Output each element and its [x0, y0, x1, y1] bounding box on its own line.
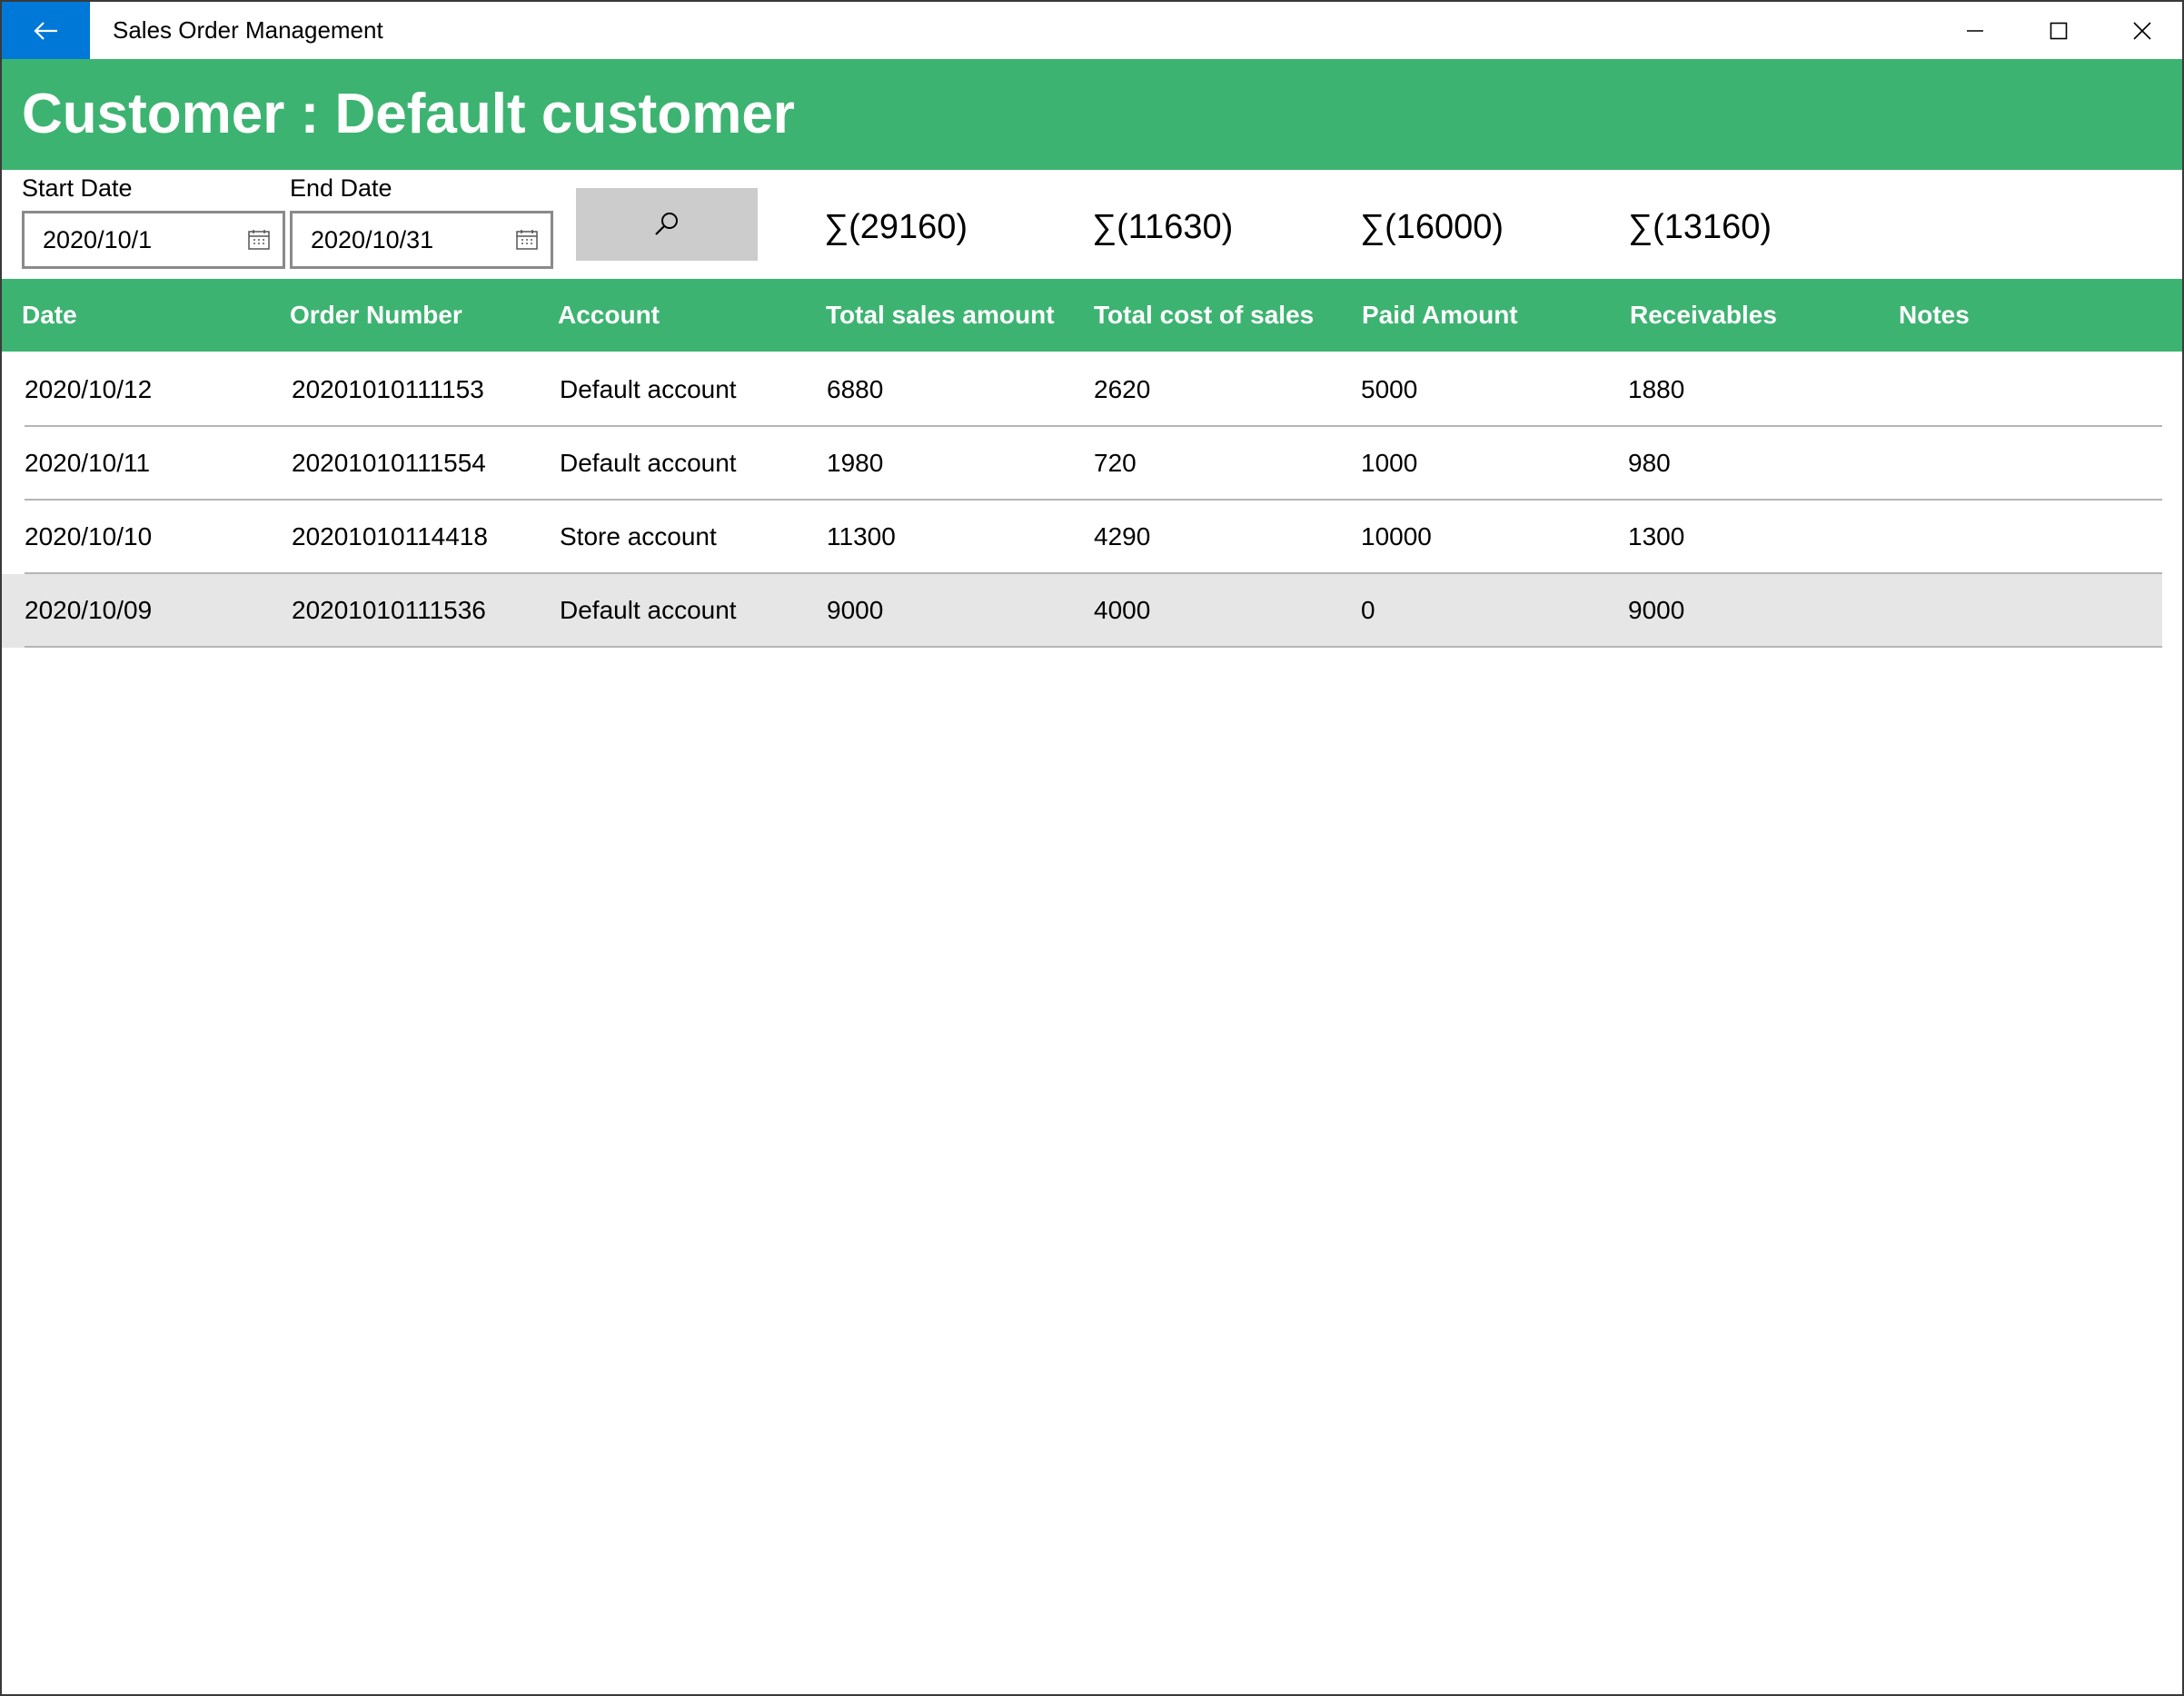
- table-row-selected[interactable]: 2020/10/09 20201010111536 Default accoun…: [2, 574, 2162, 648]
- sum-total-sales: ∑(29160): [824, 208, 968, 246]
- cell-total-sales: 9000: [827, 596, 884, 624]
- cell-receivables: 980: [1628, 449, 1671, 477]
- cell-paid-amount: 5000: [1361, 375, 1418, 403]
- column-header-notes[interactable]: Notes: [1899, 279, 1970, 352]
- cell-paid-amount: 0: [1361, 596, 1375, 624]
- cell-account: Default account: [560, 375, 737, 403]
- cell-paid-amount: 1000: [1361, 449, 1418, 477]
- cell-total-sales: 6880: [827, 375, 884, 403]
- cell-date: 2020/10/11: [25, 449, 151, 477]
- column-header-date[interactable]: Date: [22, 279, 77, 352]
- cell-total-cost: 4290: [1094, 522, 1151, 550]
- cell-total-cost: 720: [1094, 449, 1137, 477]
- end-date-label: End Date: [290, 174, 392, 202]
- cell-order-number: 20201010111554: [292, 449, 486, 477]
- cell-order-number: 20201010111536: [292, 596, 486, 624]
- maximize-button[interactable]: [2017, 2, 2100, 59]
- start-date-picker[interactable]: 2020/10/1: [22, 211, 285, 269]
- back-button[interactable]: [2, 2, 90, 59]
- cell-receivables: 1300: [1628, 522, 1685, 550]
- start-date-value: 2020/10/1: [43, 226, 153, 253]
- customer-banner: Customer : Default customer: [2, 59, 2182, 170]
- column-header-total-sales[interactable]: Total sales amount: [826, 279, 1055, 352]
- cell-order-number: 20201010114418: [292, 522, 488, 550]
- cell-date: 2020/10/10: [25, 522, 153, 550]
- cell-receivables: 1880: [1628, 375, 1685, 403]
- sum-total-cost: ∑(11630): [1092, 208, 1234, 246]
- column-header-paid-amount[interactable]: Paid Amount: [1362, 279, 1518, 352]
- column-header-total-cost[interactable]: Total cost of sales: [1094, 279, 1314, 352]
- page-title: Customer : Default customer: [22, 83, 795, 145]
- start-date-label: Start Date: [22, 174, 133, 202]
- calendar-icon: [516, 230, 538, 250]
- cell-paid-amount: 10000: [1361, 522, 1432, 550]
- table-row[interactable]: 2020/10/10 20201010114418 Store account …: [2, 501, 2162, 574]
- title-bar: Sales Order Management: [2, 2, 2182, 59]
- cell-account: Default account: [560, 596, 737, 624]
- cell-total-sales: 11300: [827, 522, 896, 550]
- app-window: Sales Order Management Customer : Defaul…: [0, 0, 2184, 1696]
- search-button[interactable]: [576, 188, 758, 261]
- table-row[interactable]: 2020/10/11 20201010111554 Default accoun…: [2, 427, 2162, 501]
- row-divider: [25, 646, 2162, 648]
- cell-total-cost: 4000: [1094, 596, 1151, 624]
- cell-total-sales: 1980: [827, 449, 884, 477]
- column-header-receivables[interactable]: Receivables: [1630, 279, 1777, 352]
- minimize-button[interactable]: [1933, 2, 2017, 59]
- table-row[interactable]: 2020/10/12 20201010111153 Default accoun…: [2, 353, 2162, 427]
- table-header: Date Order Number Account Total sales am…: [2, 279, 2182, 352]
- end-date-picker[interactable]: 2020/10/31: [290, 211, 553, 269]
- search-icon: [655, 213, 678, 235]
- sum-paid-amount: ∑(16000): [1360, 208, 1504, 246]
- cell-date: 2020/10/12: [25, 375, 153, 403]
- close-icon: [2133, 21, 2151, 40]
- calendar-icon: [248, 230, 270, 250]
- sum-receivables: ∑(13160): [1628, 208, 1772, 246]
- minimize-icon: [1967, 29, 1983, 32]
- cell-account: Store account: [560, 522, 717, 550]
- close-button[interactable]: [2100, 2, 2184, 59]
- cell-receivables: 9000: [1628, 596, 1685, 624]
- column-header-order-number[interactable]: Order Number: [290, 279, 462, 352]
- cell-order-number: 20201010111153: [292, 375, 484, 403]
- cell-total-cost: 2620: [1094, 375, 1151, 403]
- cell-date: 2020/10/09: [25, 596, 153, 624]
- maximize-icon: [2050, 22, 2068, 39]
- back-arrow-icon: [33, 21, 57, 40]
- app-title: Sales Order Management: [113, 16, 383, 44]
- column-header-account[interactable]: Account: [558, 279, 660, 352]
- cell-account: Default account: [560, 449, 737, 477]
- end-date-value: 2020/10/31: [311, 226, 434, 253]
